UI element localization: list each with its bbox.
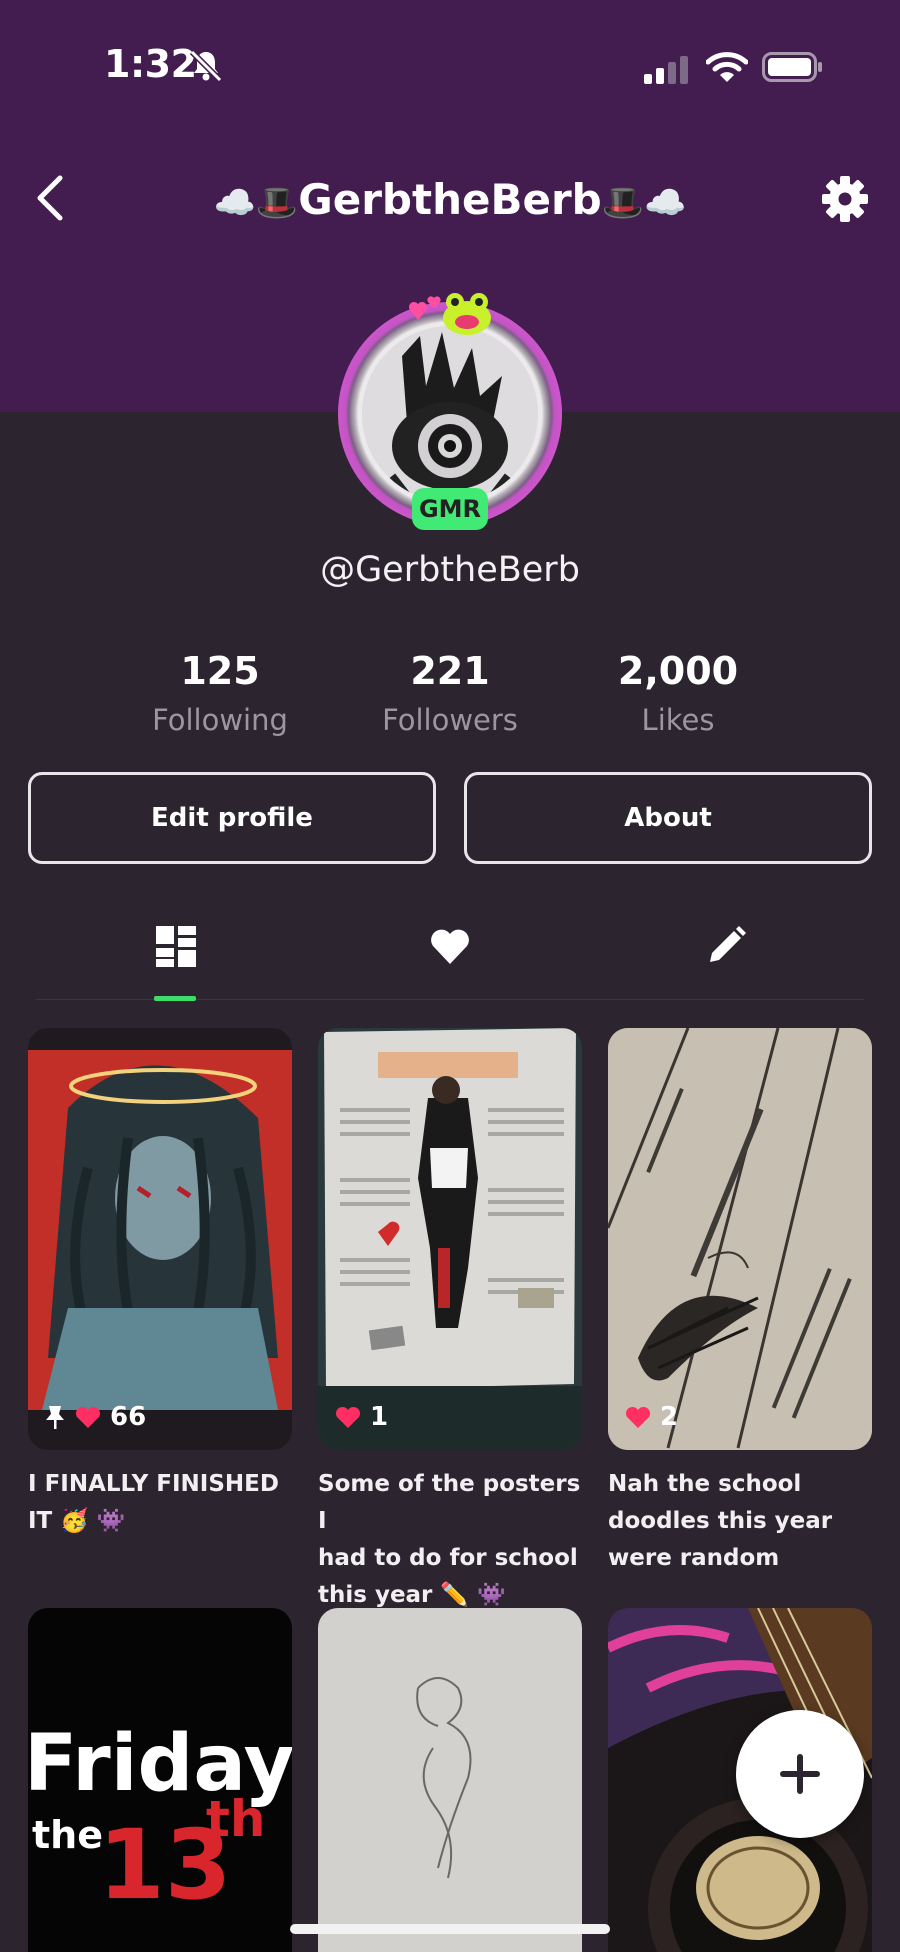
edit-profile-button[interactable]: Edit profile: [28, 772, 436, 864]
post-tile[interactable]: [318, 1608, 582, 1952]
back-chevron-icon[interactable]: [28, 170, 72, 226]
post-caption: Some of the posters I had to do for scho…: [318, 1466, 588, 1614]
tab-liked-heart-icon[interactable]: [426, 922, 474, 970]
avatar-image: [362, 326, 538, 502]
caption-line: IT 🥳 👾: [28, 1508, 126, 1534]
status-time: 1:32: [104, 42, 197, 86]
thumb-text-the: the: [32, 1813, 103, 1857]
caption-line: Nah the school: [608, 1471, 802, 1497]
stat-followers[interactable]: 221 Followers: [355, 648, 545, 746]
title-emoji-right: 🎩☁️: [601, 183, 687, 223]
frog-decoration-icon: [443, 293, 491, 335]
post-caption: I FINALLY FINISHED IT 🥳 👾: [28, 1466, 298, 1540]
stat-likes[interactable]: 2,000 Likes: [583, 648, 773, 746]
wifi-icon: [706, 52, 748, 82]
stat-value: 125: [180, 649, 260, 693]
caption-line: doodles this year: [608, 1508, 833, 1534]
pin-icon: [46, 1406, 64, 1429]
hearts-decoration-icon: [409, 296, 441, 320]
post-thumbnail-school-doodle: [608, 1028, 872, 1450]
thumb-text-th: th: [206, 1790, 266, 1848]
home-indicator[interactable]: [290, 1924, 610, 1934]
post-thumbnail-friday-13th: Friday the 13 th: [28, 1608, 292, 1952]
profile-content-tabs: [36, 900, 864, 1001]
status-bar: 1:32: [0, 0, 900, 130]
like-heart-icon: [335, 1406, 361, 1428]
post-thumbnail-angel-art: [28, 1028, 292, 1450]
stat-label: Following: [152, 703, 288, 737]
like-count: 1: [370, 1402, 389, 1432]
post-meta: 66: [44, 1402, 146, 1432]
profile-avatar[interactable]: GMR: [338, 293, 562, 530]
page-title: ☁️🎩GerbtheBerb🎩☁️: [150, 170, 750, 233]
post-meta: 1: [334, 1402, 388, 1432]
like-heart-icon: [75, 1406, 101, 1428]
battery-icon: [762, 52, 822, 82]
post-thumbnail-pencil-sketch: [318, 1608, 582, 1952]
active-tab-indicator: [154, 996, 196, 1001]
caption-line: I FINALLY FINISHED: [28, 1471, 279, 1497]
post-caption: Nah the school doodles this year were ra…: [608, 1466, 878, 1577]
post-tile[interactable]: 2: [608, 1028, 872, 1450]
stat-value: 221: [410, 649, 490, 693]
title-emoji-left: ☁️🎩: [213, 183, 299, 223]
stat-label: Likes: [641, 703, 715, 737]
caption-line: were random: [608, 1545, 780, 1571]
post-thumbnail-poster: [318, 1028, 582, 1450]
profile-handle: @GerbtheBerb: [320, 550, 580, 590]
post-tile[interactable]: Friday the 13 th: [28, 1608, 292, 1952]
plus-icon: [780, 1754, 820, 1794]
caption-line: had to do for school: [318, 1545, 578, 1571]
gmr-badge: GMR: [412, 488, 488, 530]
post-tile[interactable]: 1: [318, 1028, 582, 1450]
stat-value: 2,000: [617, 649, 739, 693]
tab-drafts-pencil-icon[interactable]: [702, 922, 750, 970]
about-button[interactable]: About: [464, 772, 872, 864]
post-meta: 2: [624, 1402, 678, 1432]
like-heart-icon: [625, 1406, 651, 1428]
stat-following[interactable]: 125 Following: [125, 648, 315, 746]
create-post-button[interactable]: [736, 1710, 864, 1838]
cellular-signal-icon: [644, 56, 688, 84]
tab-posts-grid-icon[interactable]: [152, 922, 200, 970]
title-text: GerbtheBerb: [298, 175, 602, 224]
caption-line: Some of the posters I: [318, 1471, 581, 1534]
settings-gear-icon[interactable]: [820, 174, 870, 224]
post-tile[interactable]: 66: [28, 1028, 292, 1450]
like-count: 2: [660, 1402, 679, 1432]
stat-label: Followers: [382, 703, 518, 737]
like-count: 66: [110, 1402, 147, 1432]
silent-bell-icon: [189, 49, 223, 83]
